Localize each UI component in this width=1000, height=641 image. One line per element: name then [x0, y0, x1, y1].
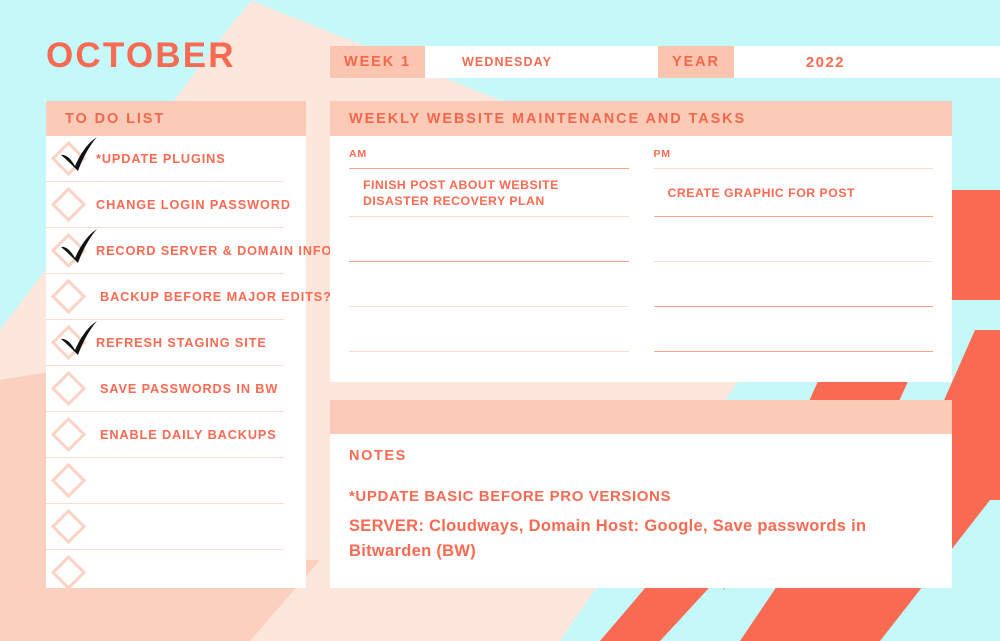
checkbox-diamond-icon[interactable]: [50, 324, 87, 361]
notes-line-1[interactable]: *UPDATE BASIC BEFORE PRO VERSIONS: [330, 488, 952, 505]
weekly-tasks-title: WEEKLY WEBSITE MAINTENANCE AND TASKS: [330, 101, 952, 136]
task-bottom-rule: [349, 351, 629, 352]
task-slot[interactable]: [653, 261, 933, 306]
am-lines: FINISH POST ABOUT WEBSITE DISASTER RECOV…: [349, 168, 629, 352]
todo-item[interactable]: [46, 504, 284, 550]
task-text: FINISH POST ABOUT WEBSITE DISASTER RECOV…: [363, 177, 559, 208]
todo-item-label: REFRESH STAGING SITE: [96, 335, 267, 350]
todo-list-card: TO DO LIST *UPDATE PLUGINS CHANGE LOGIN P…: [46, 101, 331, 591]
todo-item-label: RECORD SERVER & DOMAIN INFO: [96, 243, 333, 258]
task-slot[interactable]: [653, 216, 933, 261]
todo-item[interactable]: ENABLE DAILY BACKUPS: [46, 412, 284, 458]
task-slot[interactable]: CREATE GRAPHIC FOR POST: [653, 168, 933, 216]
notes-card: NOTES *UPDATE BASIC BEFORE PRO VERSIONS …: [330, 434, 952, 588]
checkbox-diamond-icon[interactable]: [50, 370, 87, 407]
checkbox-diamond-icon[interactable]: [50, 508, 87, 545]
am-label: AM: [349, 148, 367, 160]
page-title: OCTOBER: [46, 36, 236, 75]
todo-item[interactable]: REFRESH STAGING SITE: [46, 320, 284, 366]
todo-list-title: TO DO LIST: [46, 101, 306, 136]
task-bottom-rule: [653, 351, 933, 352]
checkbox-diamond-icon[interactable]: [50, 554, 87, 591]
task-slot[interactable]: [653, 306, 933, 351]
week-label: WEEK 1: [330, 46, 425, 78]
checkbox-diamond-icon[interactable]: [50, 140, 87, 177]
task-slot[interactable]: FINISH POST ABOUT WEBSITE DISASTER RECOV…: [349, 168, 629, 216]
todo-item[interactable]: RECORD SERVER & DOMAIN INFO: [46, 228, 331, 274]
pm-label: PM: [653, 148, 671, 160]
todo-item-label: BACKUP BEFORE MAJOR EDITS?: [100, 289, 332, 304]
year-label: YEAR: [658, 46, 734, 78]
year-field-group: YEAR 2022: [658, 46, 1000, 78]
task-slot[interactable]: [349, 306, 629, 351]
todo-item[interactable]: CHANGE LOGIN PASSWORD: [46, 182, 290, 228]
task-text: CREATE GRAPHIC FOR POST: [667, 185, 856, 200]
todo-item[interactable]: *UPDATE PLUGINS: [46, 136, 284, 182]
todo-item-label: CHANGE LOGIN PASSWORD: [96, 197, 291, 212]
tasks-columns: AM FINISH POST ABOUT WEBSITE DISASTER RE…: [330, 136, 952, 352]
checkbox-diamond-icon[interactable]: [50, 186, 87, 223]
year-input[interactable]: 2022: [733, 46, 1000, 78]
todo-item-label: SAVE PASSWORDS IN BW: [100, 381, 279, 396]
week-day-input[interactable]: WEDNESDAY: [425, 46, 681, 78]
divider-band: [330, 400, 952, 434]
am-column: AM FINISH POST ABOUT WEBSITE DISASTER RE…: [349, 148, 629, 352]
todo-item[interactable]: [46, 458, 284, 504]
checkbox-diamond-icon[interactable]: [50, 232, 87, 269]
checkbox-diamond-icon[interactable]: [50, 278, 87, 315]
todo-list-body: *UPDATE PLUGINS CHANGE LOGIN PASSWORD RECO…: [46, 136, 331, 595]
task-slot[interactable]: [349, 216, 629, 261]
todo-item-label: ENABLE DAILY BACKUPS: [100, 427, 277, 442]
planner-page: OCTOBER WEEK 1 WEDNESDAY YEAR 2022 TO DO…: [0, 0, 1000, 641]
todo-item[interactable]: SAVE PASSWORDS IN BW: [46, 366, 284, 412]
todo-item-label: *UPDATE PLUGINS: [96, 151, 226, 166]
notes-title: NOTES: [349, 448, 407, 464]
todo-item[interactable]: BACKUP BEFORE MAJOR EDITS?: [46, 274, 331, 320]
task-slot[interactable]: [349, 261, 629, 306]
weekly-tasks-card: WEEKLY WEBSITE MAINTENANCE AND TASKS AM …: [330, 101, 952, 382]
notes-line-2[interactable]: SERVER: Cloudways, Domain Host: Google, …: [330, 514, 952, 564]
pm-lines: CREATE GRAPHIC FOR POST: [653, 168, 933, 352]
checkbox-diamond-icon[interactable]: [50, 462, 87, 499]
todo-item[interactable]: [46, 550, 284, 595]
checkbox-diamond-icon[interactable]: [50, 416, 87, 453]
pm-column: PM CREATE GRAPHIC FOR POST: [653, 148, 933, 352]
week-field-group: WEEK 1 WEDNESDAY: [330, 46, 681, 78]
